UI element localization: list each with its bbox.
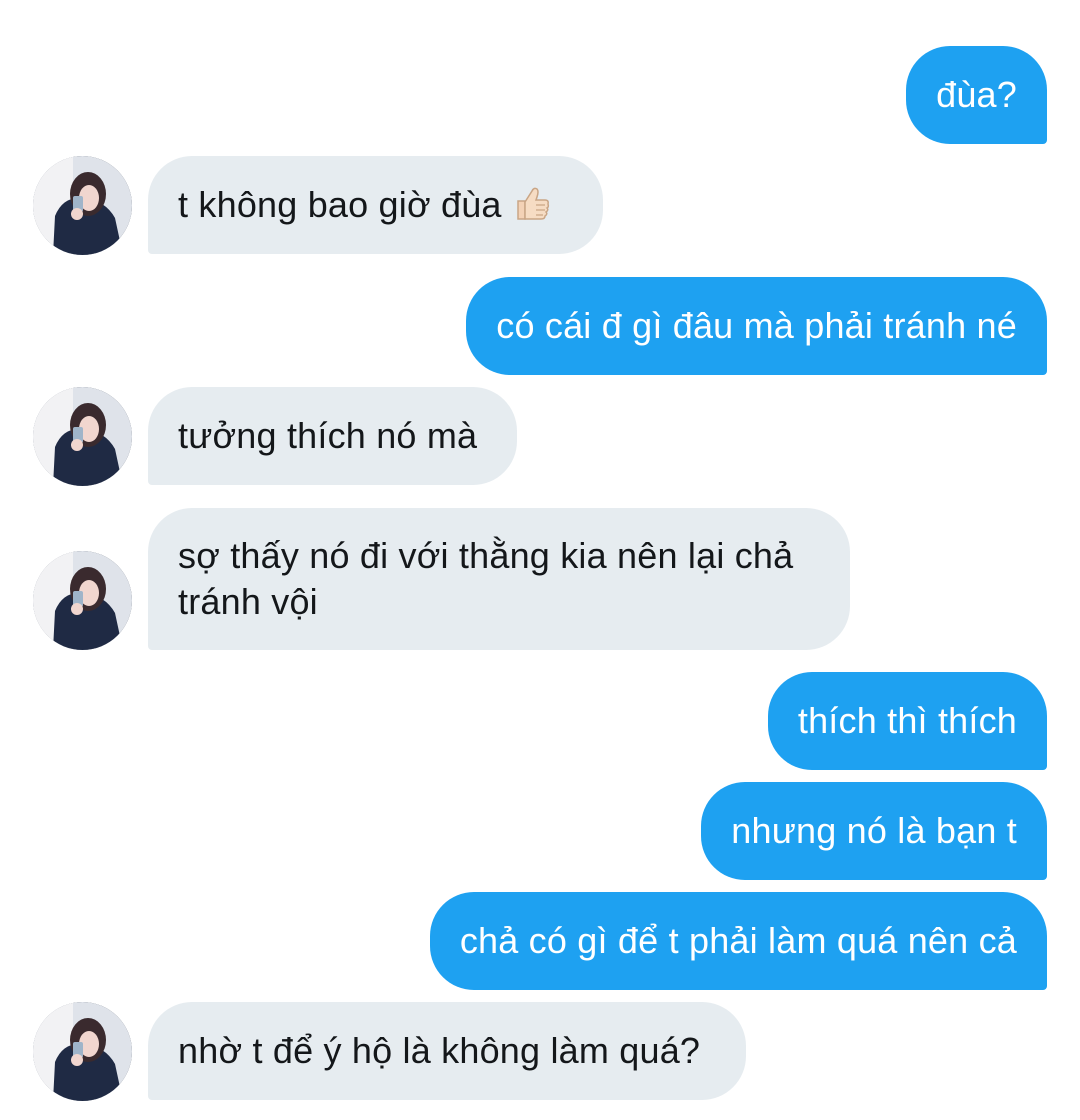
message-text: tưởng thích nó mà xyxy=(178,415,478,456)
avatar[interactable] xyxy=(33,551,132,650)
message-text: có cái đ gì đâu mà phải tránh né xyxy=(496,305,1017,346)
message-text: chả có gì để t phải làm quá nên cả xyxy=(459,920,1017,961)
message-text: t không bao giờ đùa xyxy=(178,184,502,225)
avatar[interactable] xyxy=(33,387,132,486)
message-bubble-incoming[interactable]: nhờ t để ý hộ là không làm quá? xyxy=(148,1002,746,1100)
message-bubble-outgoing[interactable]: đùa? xyxy=(906,46,1047,144)
message-bubble-incoming[interactable]: tưởng thích nó mà xyxy=(148,387,517,485)
message-text: thích thì thích xyxy=(797,700,1017,741)
avatar[interactable] xyxy=(33,156,132,255)
avatar[interactable] xyxy=(33,1002,132,1101)
message-bubble-outgoing[interactable]: có cái đ gì đâu mà phải tránh né xyxy=(466,277,1047,375)
message-text: nhưng nó là bạn t xyxy=(731,810,1017,851)
message-bubble-outgoing[interactable]: chả có gì để t phải làm quá nên cả xyxy=(429,892,1047,990)
message-bubble-incoming[interactable]: t không bao giờ đùa xyxy=(148,156,603,254)
message-text: sợ thấy nó đi với thằng kia nên lại chả … xyxy=(178,535,794,622)
message-bubble-outgoing[interactable]: nhưng nó là bạn t xyxy=(701,782,1047,880)
thumbs-up-icon xyxy=(512,183,552,234)
message-text: nhờ t để ý hộ là không làm quá? xyxy=(178,1030,701,1071)
message-bubble-incoming[interactable]: sợ thấy nó đi với thằng kia nên lại chả … xyxy=(148,508,850,650)
message-bubble-outgoing[interactable]: thích thì thích xyxy=(767,672,1047,770)
message-text: đùa? xyxy=(936,74,1017,115)
